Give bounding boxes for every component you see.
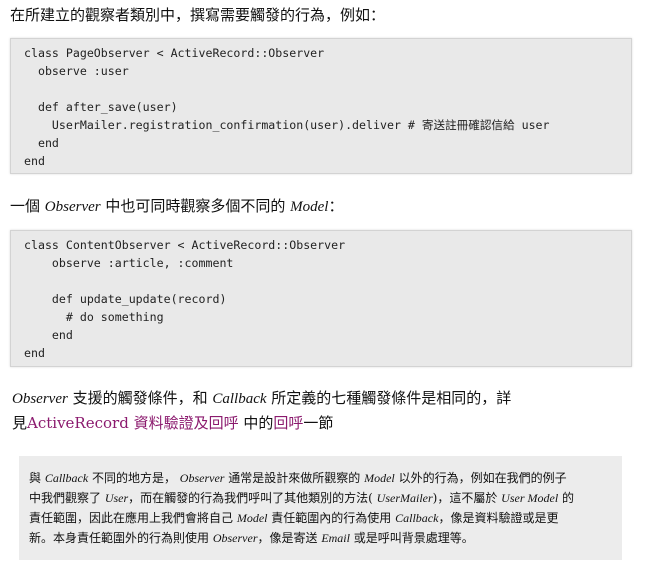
term-model: Model: [364, 471, 395, 485]
trigger-paragraph-line-2: 見ActiveRecord 資料驗證及回呼 中的回呼一節: [12, 411, 511, 435]
term-email: Email: [321, 531, 350, 545]
text-segment: 一個: [10, 197, 45, 215]
note-line: 與 Callback 不同的地方是， Observer 通常是設計來做所觀察的 …: [29, 468, 612, 488]
code-line: def after_save(user): [24, 100, 178, 114]
multi-model-paragraph: 一個 Observer 中也可同時觀察多個不同的 Model：: [10, 194, 344, 219]
term-callback: Callback: [212, 391, 267, 407]
text-segment: ，像是資料驗證或是更: [438, 511, 559, 525]
code-line: UserMailer.registration_confirmation(use…: [24, 118, 550, 132]
code-line: class ContentObserver < ActiveRecord::Ob…: [24, 238, 346, 252]
text-segment: 與: [29, 471, 45, 485]
text-segment: 責任範圍，因此在應用上我們會將自己: [29, 511, 237, 525]
text-segment: 通常是設計來做所觀察的: [224, 471, 365, 485]
code-line: observe :user: [24, 64, 129, 78]
term-observer: Observer: [12, 391, 68, 407]
text-segment: 中也可同時觀察多個不同的: [100, 197, 291, 215]
text-segment: 支援的觸發條件，和: [67, 389, 213, 407]
intro-paragraph: 在所建立的觀察者類別中，撰寫需要觸發的行為，例如：: [10, 3, 385, 27]
code-line: # do something: [24, 310, 164, 324]
text-segment: 以外的行為，例如在我們的例子: [394, 471, 567, 485]
note-line: 新。本身責任範圍外的行為則使用 Observer，像是寄送 Email 或是呼叫…: [29, 528, 612, 548]
text-segment: 所定義的七種觸發條件是相同的，詳: [266, 389, 512, 407]
term-model: Model: [290, 199, 329, 215]
term-user: User: [104, 491, 129, 505]
note-line: 責任範圍，因此在應用上我們會將自己 Model 責任範圍內的行為使用 Callb…: [29, 508, 612, 528]
text-segment: 中的: [238, 414, 274, 432]
text-segment: 中我們觀察了: [29, 491, 105, 505]
text-segment: 責任範圍內的行為使用: [267, 511, 396, 525]
code-line: class PageObserver < ActiveRecord::Obser…: [24, 46, 325, 60]
text-segment: 一節: [303, 414, 334, 432]
term-model: Model: [236, 511, 268, 525]
code-block-content-observer: class ContentObserver < ActiveRecord::Ob…: [10, 230, 632, 367]
text-segment: 見: [12, 414, 28, 432]
term-observer: Observer: [212, 531, 258, 545]
term-observer: Observer: [44, 199, 101, 215]
link-callbacks-section[interactable]: 回呼: [273, 414, 303, 432]
intro-text: 在所建立的觀察者類別中，撰寫需要觸發的行為，例如：: [10, 6, 386, 24]
term-usermailer: UserMailer: [376, 491, 433, 505]
text-segment: ：: [328, 197, 344, 215]
trigger-paragraph: Observer 支援的觸發條件，和 Callback 所定義的七種觸發條件是相…: [12, 386, 511, 435]
code-block-page-observer: class PageObserver < ActiveRecord::Obser…: [10, 38, 632, 174]
text-segment: 或是呼叫背景處理等。: [349, 531, 474, 545]
term-callback: Callback: [395, 511, 439, 525]
code-line: end: [24, 346, 45, 360]
code-line: end: [24, 328, 73, 342]
text-segment: 的: [558, 491, 574, 505]
note-box: 與 Callback 不同的地方是， Observer 通常是設計來做所觀察的 …: [19, 456, 622, 560]
trigger-paragraph-line-1: Observer 支援的觸發條件，和 Callback 所定義的七種觸發條件是相…: [12, 386, 511, 411]
text-segment: )，這不屬於: [432, 491, 502, 505]
text-segment: ，像是寄送: [257, 531, 322, 545]
link-validations-callbacks[interactable]: ActiveRecord 資料驗證及回呼: [27, 414, 239, 432]
text-segment: 不同的地方是，: [88, 471, 180, 485]
code-line: def update_update(record): [24, 292, 227, 306]
term-observer: Observer: [179, 471, 225, 485]
term-user-model: User Model: [501, 491, 559, 505]
text-segment: ，而在觸發的行為我們呼叫了其他類別的方法(: [128, 491, 377, 505]
text-segment: 新。本身責任範圍外的行為則使用: [29, 531, 213, 545]
code-line: end: [24, 136, 59, 150]
code-line: end: [24, 154, 45, 168]
note-line: 中我們觀察了 User，而在觸發的行為我們呼叫了其他類別的方法( UserMai…: [29, 488, 612, 508]
term-callback: Callback: [44, 471, 89, 485]
code-line: observe :article, :comment: [24, 256, 234, 270]
